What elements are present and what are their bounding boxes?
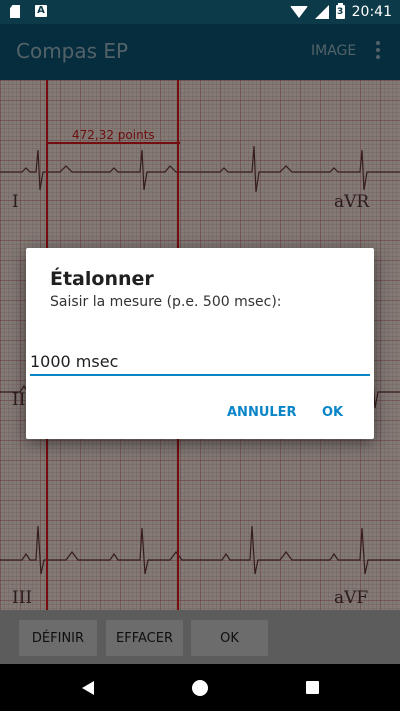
- dialog-message: Saisir la mesure (p.e. 500 msec):: [50, 294, 282, 310]
- battery-level: 3: [337, 7, 344, 17]
- cancel-button[interactable]: ANNULER: [227, 405, 297, 420]
- sd-card-icon: [10, 5, 23, 18]
- a-icon: A: [35, 5, 48, 18]
- navigation-bar: [0, 664, 400, 711]
- back-icon[interactable]: [82, 681, 94, 695]
- recents-icon[interactable]: [306, 681, 319, 694]
- status-bar: A 3 20:41: [0, 0, 400, 24]
- measurement-input[interactable]: [30, 348, 370, 376]
- wifi-icon: [289, 6, 308, 18]
- calibrate-dialog: Étalonner Saisir la mesure (p.e. 500 mse…: [26, 248, 374, 439]
- home-icon[interactable]: [192, 680, 208, 696]
- signal-icon: [314, 5, 329, 19]
- battery-icon: 3: [335, 3, 345, 19]
- dialog-title: Étalonner: [50, 268, 154, 290]
- ok-button[interactable]: OK: [322, 405, 343, 420]
- clock: 20:41: [351, 4, 392, 20]
